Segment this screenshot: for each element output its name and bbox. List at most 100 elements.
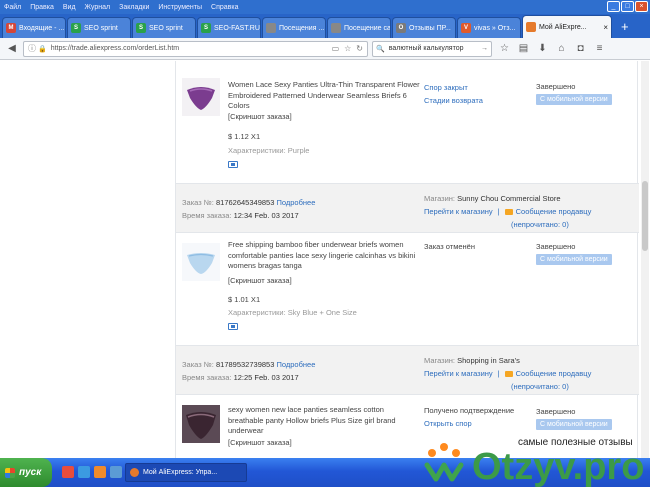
- tab-favicon-icon: [331, 23, 341, 33]
- otzyv-pro-logo: Otzyv.pro: [424, 443, 644, 487]
- hamburger-menu-icon[interactable]: ≡: [593, 43, 606, 54]
- maximize-icon[interactable]: □: [621, 1, 634, 12]
- attributes-label: Характеристики:: [228, 146, 286, 155]
- tab-favicon-icon: S: [71, 23, 81, 33]
- reader-view-icon[interactable]: ▭: [332, 44, 340, 53]
- item-price: $ 1.12 X1: [228, 132, 261, 141]
- start-button[interactable]: пуск: [0, 458, 52, 487]
- menu-file[interactable]: Файл: [4, 4, 21, 11]
- refund-stages-link[interactable]: Стадии возврата: [424, 95, 483, 108]
- search-input[interactable]: валютный калькулятор: [389, 45, 481, 52]
- download-icon[interactable]: ⬇: [536, 43, 549, 54]
- dispute-closed-link[interactable]: Спор закрыт: [424, 82, 483, 95]
- home-icon[interactable]: ⌂: [555, 43, 568, 54]
- minimize-icon[interactable]: _: [607, 1, 620, 12]
- store-name[interactable]: Sunny Chou Commercial Store: [457, 194, 560, 203]
- windows-logo-icon: [5, 467, 15, 478]
- star-icon[interactable]: ☆: [498, 43, 511, 54]
- library-icon[interactable]: ▤: [517, 43, 530, 54]
- message-seller-link[interactable]: Сообщение продавцу: [516, 367, 592, 380]
- menu-tools[interactable]: Инструменты: [158, 4, 202, 11]
- order-state-column: Завершено С мобильной версии: [536, 242, 612, 265]
- product-image-dark-panties[interactable]: [182, 405, 220, 443]
- tab-label: Отзывы ПР...: [409, 24, 451, 32]
- reload-icon[interactable]: ↻: [356, 44, 363, 53]
- browser-tab[interactable]: S SEO-FAST.RU: [197, 17, 261, 38]
- snapshot-icon[interactable]: [228, 161, 238, 168]
- unread-count[interactable]: (непрочитано: 0): [511, 382, 569, 391]
- scrollbar-thumb[interactable]: [642, 181, 648, 251]
- close-icon[interactable]: ×: [635, 1, 648, 12]
- attributes-value: Sky Blue + One Size: [287, 308, 357, 317]
- tab-favicon-icon: M: [6, 23, 16, 33]
- search-bar[interactable]: 🔍 валютный калькулятор →: [372, 40, 492, 57]
- address-bar[interactable]: ⓘ 🔒 https://trade.aliexpress.com/orderLi…: [23, 40, 368, 57]
- browser-tab[interactable]: Посещение сай...: [327, 17, 391, 38]
- product-title[interactable]: Women Lace Sexy Panties Ultra-Thin Trans…: [228, 80, 420, 112]
- menu-bookmarks[interactable]: Закладки: [119, 4, 149, 11]
- separator: |: [497, 207, 500, 216]
- tab-label: Мой AliExpre...: [539, 23, 587, 31]
- opera-icon[interactable]: [62, 466, 74, 478]
- browser-tab[interactable]: S SEO sprint: [67, 17, 131, 38]
- window-controls: _ □ ×: [607, 1, 648, 12]
- browser-tab[interactable]: Vvivas » Отз...: [457, 17, 521, 38]
- mobile-version-badge: С мобильной версии: [536, 419, 612, 430]
- watermark-brand: Otzyv.pro: [472, 446, 644, 487]
- menu-bar: Файл Правка Вид Журнал Закладки Инструме…: [0, 0, 650, 14]
- order-snapshot-link[interactable]: [Скриншот заказа]: [228, 438, 292, 447]
- info-icon[interactable]: ⓘ: [28, 43, 36, 54]
- firefox-icon[interactable]: [94, 466, 106, 478]
- product-image-blue-panties[interactable]: [182, 243, 220, 281]
- order-details-link[interactable]: Подробнее: [276, 360, 315, 369]
- navigation-bar: ◀ ⓘ 🔒 https://trade.aliexpress.com/order…: [0, 38, 650, 60]
- product-title[interactable]: sexy women new lace panties seamless cot…: [228, 405, 420, 437]
- order-list: Women Lace Sexy Panties Ultra-Thin Trans…: [175, 61, 639, 458]
- order-number: 81789532739853: [215, 360, 275, 369]
- menu-edit[interactable]: Правка: [30, 4, 54, 11]
- browser-tab[interactable]: S SEO sprint: [132, 17, 196, 38]
- page-scrollbar[interactable]: [641, 61, 649, 458]
- browser-tab[interactable]: M Входящие - ...: [2, 17, 66, 38]
- tab-close-icon[interactable]: ×: [603, 23, 608, 32]
- order-snapshot-link[interactable]: [Скриншот заказа]: [228, 112, 292, 121]
- tab-active[interactable]: Мой AliExpre... ×: [522, 15, 612, 38]
- envelope-icon: [504, 208, 513, 215]
- snapshot-icon[interactable]: [228, 323, 238, 330]
- search-go-icon[interactable]: →: [481, 45, 488, 52]
- back-arrow-icon[interactable]: ◀: [4, 41, 20, 57]
- menu-history[interactable]: Журнал: [85, 4, 111, 11]
- envelope-icon: [504, 370, 513, 377]
- tab-label: SEO sprint: [84, 24, 118, 32]
- new-tab-button[interactable]: +: [621, 19, 629, 34]
- go-to-store-link[interactable]: Перейти к магазину: [424, 367, 493, 380]
- order-item: Women Lace Sexy Panties Ultra-Thin Trans…: [176, 71, 639, 191]
- order-details-link[interactable]: Подробнее: [276, 198, 315, 207]
- message-seller-link[interactable]: Сообщение продавцу: [516, 205, 592, 218]
- attributes-label: Характеристики:: [228, 308, 286, 317]
- go-to-store-link[interactable]: Перейти к магазину: [424, 205, 493, 218]
- watermark: самые полезные отзывы Otzyv.pro: [420, 435, 650, 487]
- pocket-icon[interactable]: ◘: [574, 43, 587, 54]
- browser-tab[interactable]: O Отзывы ПР...: [392, 17, 456, 38]
- url-text[interactable]: https://trade.aliexpress.com/orderList.h…: [51, 45, 327, 52]
- store-meta: Магазин: Sunny Chou Commercial Store Пер…: [424, 192, 591, 231]
- store-name[interactable]: Shopping in Sara's: [457, 356, 520, 365]
- desktop-icon[interactable]: [110, 466, 122, 478]
- unread-count[interactable]: (непрочитано: 0): [511, 220, 569, 229]
- bookmark-star-icon[interactable]: ☆: [344, 44, 351, 53]
- menu-view[interactable]: Вид: [63, 4, 76, 11]
- taskbar-window-button[interactable]: Мой AliExpress: Упра...: [125, 463, 247, 482]
- product-title[interactable]: Free shipping bamboo fiber underwear bri…: [228, 240, 420, 272]
- search-icon: 🔍: [376, 45, 385, 53]
- menu-help[interactable]: Справка: [211, 4, 238, 11]
- confirmation-received-text: Получено подтверждение: [424, 406, 515, 415]
- ie-icon[interactable]: [78, 466, 90, 478]
- product-image-purple-panties[interactable]: [182, 78, 220, 116]
- store-label: Магазин:: [424, 194, 456, 203]
- item-price: $ 1.01 X1: [228, 295, 261, 304]
- order-snapshot-link[interactable]: [Скриншот заказа]: [228, 276, 292, 285]
- open-dispute-link[interactable]: Открыть спор: [424, 418, 514, 431]
- browser-tab[interactable]: Посещения ...: [262, 17, 326, 38]
- order-header: Заказ №: 81789532739853 Подробнее Время …: [176, 345, 639, 395]
